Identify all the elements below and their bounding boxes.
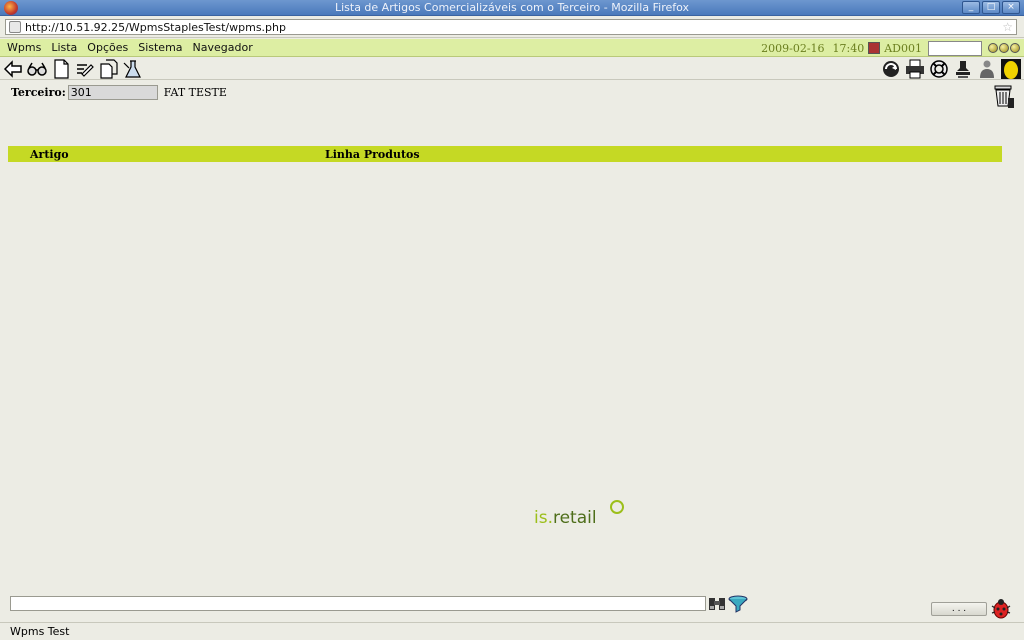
url-field[interactable]: http://10.51.92.25/WpmsStaplesTest/wpms.…	[5, 19, 1017, 35]
minimize-button[interactable]: _	[962, 1, 980, 14]
status-lights	[988, 43, 1020, 53]
terceiro-field-row: Terceiro: 301 FAT TESTE	[11, 85, 227, 100]
print-icon[interactable]	[905, 59, 925, 79]
window-titlebar: Lista de Artigos Comercializáveis com o …	[0, 0, 1024, 16]
refresh-icon[interactable]	[881, 59, 901, 79]
logo-mark-icon	[610, 500, 624, 514]
menu-navegador[interactable]: Navegador	[190, 41, 256, 54]
status-light-icon[interactable]	[988, 43, 998, 53]
session-user: AD001	[884, 41, 922, 55]
egg-icon[interactable]	[1001, 59, 1021, 79]
browser-statusbar: Wpms Test	[0, 622, 1024, 640]
status-light-icon[interactable]	[1010, 43, 1020, 53]
copy-document-icon[interactable]	[99, 59, 119, 79]
page-icon	[9, 21, 21, 33]
search-input[interactable]	[10, 596, 706, 611]
bookmark-star-icon[interactable]: ☆	[1002, 20, 1013, 34]
app-menubar: Wpms Lista Opções Sistema Navegador 2009…	[0, 39, 1024, 57]
more-button[interactable]: . . .	[931, 602, 987, 616]
grid-header: Artigo Linha Produtos	[8, 146, 1002, 162]
glasses-icon[interactable]	[27, 59, 47, 79]
edit-icon[interactable]	[75, 59, 95, 79]
app-toolbar	[0, 58, 1024, 80]
url-text: http://10.51.92.25/WpmsStaplesTest/wpms.…	[25, 20, 286, 34]
status-light-icon[interactable]	[999, 43, 1009, 53]
column-linha-produtos[interactable]: Linha Produtos	[325, 148, 420, 161]
close-button[interactable]: ×	[1002, 1, 1020, 14]
filter-funnel-icon[interactable]	[728, 595, 748, 613]
binoculars-icon[interactable]	[708, 595, 726, 613]
status-text: Wpms Test	[10, 625, 70, 638]
bug-report-icon[interactable]	[990, 597, 1012, 619]
stamp-icon[interactable]	[953, 59, 973, 79]
terceiro-input[interactable]: 301	[67, 85, 158, 100]
quick-command-input[interactable]	[928, 40, 982, 56]
session-date: 2009-02-16	[761, 41, 825, 55]
back-arrow-icon[interactable]	[3, 59, 23, 79]
bottom-bar: . . .	[10, 595, 1014, 619]
firefox-icon	[4, 1, 18, 15]
window-title: Lista de Artigos Comercializáveis com o …	[334, 1, 690, 14]
terceiro-label: Terceiro:	[11, 86, 66, 99]
chemistry-icon[interactable]	[123, 59, 143, 79]
menu-lista[interactable]: Lista	[48, 41, 80, 54]
session-info: 2009-02-16 17:40 AD001	[761, 39, 1020, 57]
column-artigo[interactable]: Artigo	[30, 148, 69, 161]
menu-sistema[interactable]: Sistema	[135, 41, 185, 54]
logo-text: is.retail	[534, 508, 597, 528]
terceiro-description: FAT TESTE	[163, 86, 227, 99]
menu-wpms[interactable]: Wpms	[4, 41, 44, 54]
navigation-toolbar: http://10.51.92.25/WpmsStaplesTest/wpms.…	[0, 16, 1024, 38]
new-document-icon[interactable]	[51, 59, 71, 79]
user-calendar-icon	[868, 42, 881, 54]
help-lifebuoy-icon[interactable]	[929, 59, 949, 79]
trash-icon[interactable]	[992, 84, 1014, 108]
session-time: 17:40	[832, 41, 865, 55]
person-icon[interactable]	[977, 59, 997, 79]
menu-opcoes[interactable]: Opções	[84, 41, 131, 54]
maximize-button[interactable]: □	[982, 1, 1000, 14]
window-controls: _ □ ×	[962, 1, 1020, 14]
